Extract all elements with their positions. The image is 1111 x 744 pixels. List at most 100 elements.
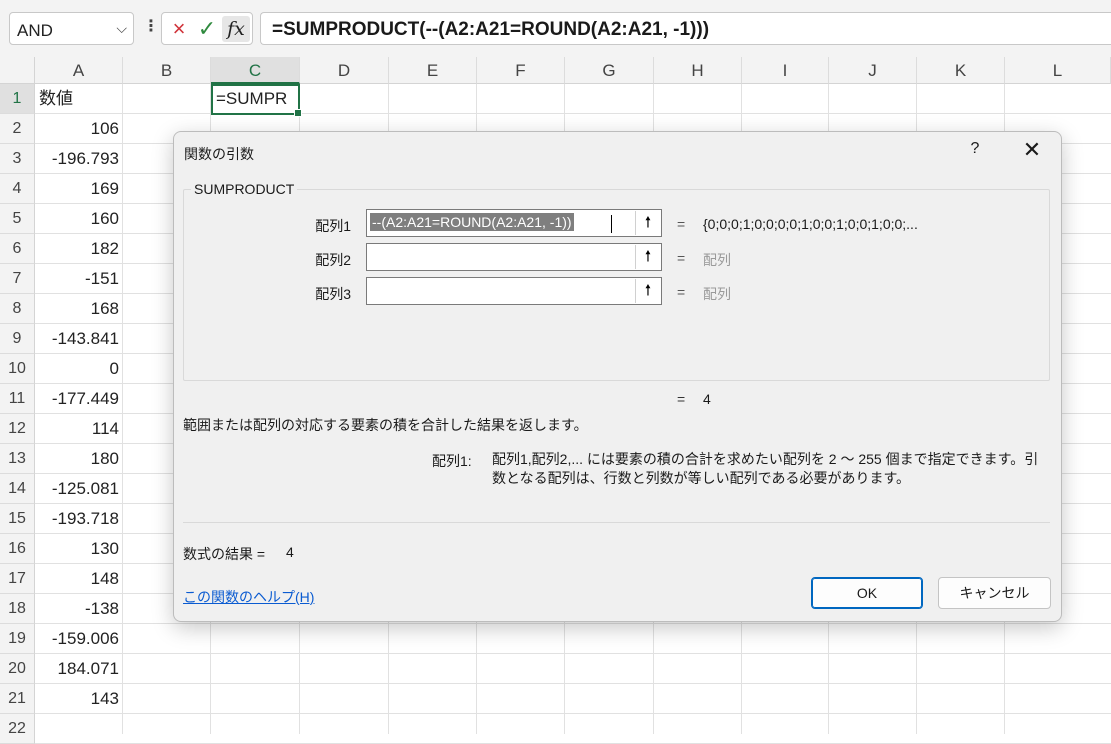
- column-header-g[interactable]: G: [565, 57, 654, 84]
- row-header-17[interactable]: 17: [0, 564, 35, 594]
- arg-description-text: 配列1,配列2,... には要素の積の合計を求めたい配列を 2 ～ 255 個ま…: [492, 451, 1039, 486]
- select-all-corner[interactable]: [0, 57, 35, 84]
- name-box-value: AND: [17, 21, 53, 40]
- cell-a5[interactable]: 160: [35, 204, 123, 234]
- column-header-a[interactable]: A: [35, 57, 123, 84]
- row-header-22[interactable]: 22: [0, 714, 35, 744]
- function-name: SUMPRODUCT: [191, 181, 298, 197]
- cell-a11[interactable]: -177.449: [35, 384, 123, 414]
- insert-function-icon[interactable]: fx: [222, 16, 250, 42]
- row-header-16[interactable]: 16: [0, 534, 35, 564]
- cell-a18[interactable]: -138: [35, 594, 123, 624]
- row-gridline: [35, 713, 1111, 714]
- cancel-button[interactable]: キャンセル: [938, 577, 1051, 609]
- dialog-title: 関数の引数: [184, 146, 254, 162]
- range-select-icon[interactable]: 🠕: [635, 211, 660, 235]
- arg-equals-2: =: [677, 250, 686, 266]
- cell-a21[interactable]: 143: [35, 684, 123, 714]
- row-header-11[interactable]: 11: [0, 384, 35, 414]
- total-result: 4: [703, 391, 711, 407]
- formula-result-label: 数式の結果 =: [183, 546, 266, 562]
- fill-handle[interactable]: [294, 109, 302, 117]
- range-select-icon[interactable]: 🠕: [635, 279, 660, 303]
- cell-a12[interactable]: 114: [35, 414, 123, 444]
- arg-result-2: 配列: [703, 252, 731, 268]
- arg-description-label: 配列1:: [432, 453, 472, 469]
- row-header-2[interactable]: 2: [0, 114, 35, 144]
- arg-result-1: {0;0;0;1;0;0;0;0;1;0;0;1;0;0;1;0;0;...: [703, 216, 918, 232]
- cell-a14[interactable]: -125.081: [35, 474, 123, 504]
- more-options-icon[interactable]: ⋮: [143, 16, 159, 38]
- column-header-c[interactable]: C: [211, 57, 300, 84]
- cell-a4[interactable]: 169: [35, 174, 123, 204]
- column-header-h[interactable]: H: [654, 57, 742, 84]
- arg-equals-1: =: [677, 216, 686, 232]
- column-header-l[interactable]: L: [1005, 57, 1111, 84]
- arg-input-1[interactable]: --(A2:A21=ROUND(A2:A21, -1)) 🠕: [366, 209, 662, 237]
- function-help-link[interactable]: この関数のヘルプ(H): [183, 587, 314, 607]
- arg-label-3: 配列3: [315, 286, 351, 302]
- row-header-21[interactable]: 21: [0, 684, 35, 714]
- arg-label-1: 配列1: [315, 218, 351, 234]
- column-header-f[interactable]: F: [477, 57, 565, 84]
- cell-a10[interactable]: 0: [35, 354, 123, 384]
- row-header-3[interactable]: 3: [0, 144, 35, 174]
- row-gridline: [35, 113, 1111, 114]
- row-gridline: [35, 683, 1111, 684]
- row-header-8[interactable]: 8: [0, 294, 35, 324]
- cell-a15[interactable]: -193.718: [35, 504, 123, 534]
- active-cell[interactable]: =SUMPR: [211, 84, 302, 117]
- cell-a13[interactable]: 180: [35, 444, 123, 474]
- cell-a16[interactable]: 130: [35, 534, 123, 564]
- row-header-9[interactable]: 9: [0, 324, 35, 354]
- cell-a3[interactable]: -196.793: [35, 144, 123, 174]
- row-header-15[interactable]: 15: [0, 504, 35, 534]
- row-header-19[interactable]: 19: [0, 624, 35, 654]
- row-header-14[interactable]: 14: [0, 474, 35, 504]
- row-header-13[interactable]: 13: [0, 444, 35, 474]
- row-header-1[interactable]: 1: [0, 84, 35, 114]
- cell-a17[interactable]: 148: [35, 564, 123, 594]
- arg-input-3[interactable]: 🠕: [366, 277, 662, 305]
- cancel-icon[interactable]: ×: [166, 16, 192, 42]
- column-header-e[interactable]: E: [389, 57, 477, 84]
- cell-a9[interactable]: -143.841: [35, 324, 123, 354]
- cell-a20[interactable]: 184.071: [35, 654, 123, 684]
- close-icon[interactable]: ✕: [1020, 138, 1044, 162]
- row-header-4[interactable]: 4: [0, 174, 35, 204]
- text-caret: [611, 215, 612, 233]
- cell-a7[interactable]: -151: [35, 264, 123, 294]
- column-header-d[interactable]: D: [300, 57, 389, 84]
- arg-result-3: 配列: [703, 286, 731, 302]
- formula-result-value: 4: [286, 544, 294, 560]
- ok-button[interactable]: OK: [811, 577, 923, 609]
- column-header-b[interactable]: B: [123, 57, 211, 84]
- help-icon[interactable]: ?: [965, 140, 985, 158]
- formula-bar: AND ⌵ ⋮ × ✓ fx =SUMPRODUCT(--(A2:A21=ROU…: [0, 0, 1111, 57]
- row-header-12[interactable]: 12: [0, 414, 35, 444]
- formula-input[interactable]: =SUMPRODUCT(--(A2:A21=ROUND(A2:A21, -1))…: [260, 12, 1111, 45]
- row-header-18[interactable]: 18: [0, 594, 35, 624]
- row-header-6[interactable]: 6: [0, 234, 35, 264]
- column-header-i[interactable]: I: [742, 57, 829, 84]
- range-select-icon[interactable]: 🠕: [635, 245, 660, 269]
- row-header-7[interactable]: 7: [0, 264, 35, 294]
- active-cell-content: =SUMPR: [216, 89, 288, 108]
- cell-a2[interactable]: 106: [35, 114, 123, 144]
- cell-a1-header[interactable]: 数値: [35, 84, 123, 114]
- column-header-j[interactable]: J: [829, 57, 917, 84]
- row-header-10[interactable]: 10: [0, 354, 35, 384]
- cell-a8[interactable]: 168: [35, 294, 123, 324]
- arg-input-2[interactable]: 🠕: [366, 243, 662, 271]
- row-header-20[interactable]: 20: [0, 654, 35, 684]
- arg-label-2: 配列2: [315, 252, 351, 268]
- cell-a6[interactable]: 182: [35, 234, 123, 264]
- enter-icon[interactable]: ✓: [194, 16, 220, 42]
- row-header-5[interactable]: 5: [0, 204, 35, 234]
- name-box[interactable]: AND ⌵: [9, 12, 134, 45]
- column-header-k[interactable]: K: [917, 57, 1005, 84]
- formula-buttons: × ✓ fx: [161, 12, 253, 45]
- chevron-down-icon[interactable]: ⌵: [116, 20, 127, 37]
- cell-a19[interactable]: -159.006: [35, 624, 123, 654]
- row-gridline: [35, 623, 1111, 624]
